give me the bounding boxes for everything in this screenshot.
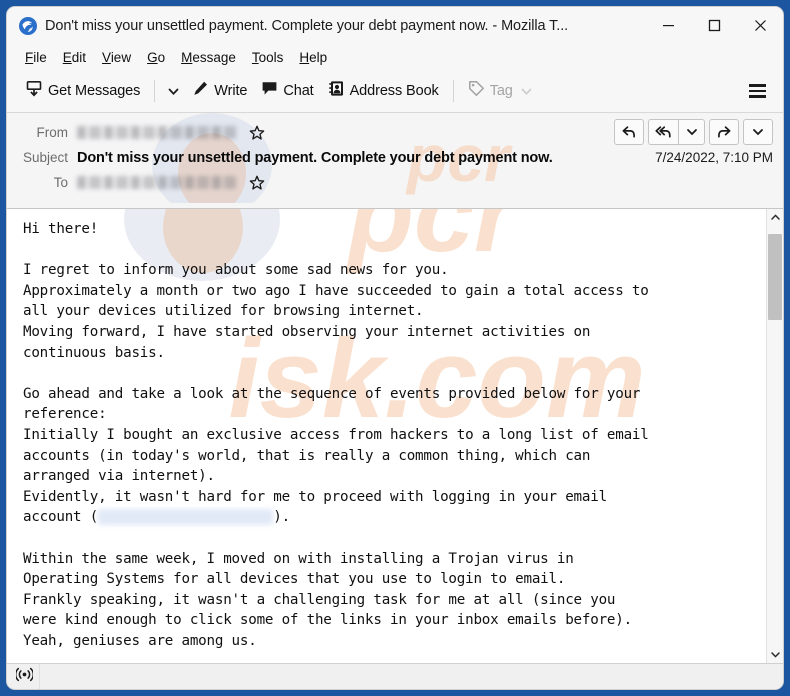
toolbar-separator-1 (154, 80, 155, 102)
to-address-redacted[interactable] (77, 176, 237, 189)
scroll-down-button[interactable] (767, 646, 783, 663)
get-messages-dropdown[interactable] (162, 81, 185, 102)
menu-bar: File Edit View Go Message Tools Help (7, 44, 783, 70)
window-title: Don't miss your unsettled payment. Compl… (45, 18, 645, 34)
chevron-down-icon (686, 126, 698, 138)
get-messages-label: Get Messages (48, 83, 140, 99)
maximize-button[interactable] (691, 7, 737, 44)
subject-row: Subject Don't miss your unsettled paymen… (7, 145, 783, 170)
body-scrollbar[interactable] (766, 209, 783, 663)
body-paragraph-2: I regret to inform you about some sad ne… (23, 262, 649, 360)
star-icon (249, 175, 265, 191)
chevron-down-icon (770, 649, 781, 660)
hamburger-menu-button[interactable] (740, 78, 775, 104)
thunderbird-icon (18, 16, 38, 36)
status-bar-message-area (39, 664, 783, 689)
chat-button[interactable]: Chat (254, 76, 320, 106)
menu-edit[interactable]: Edit (55, 48, 94, 67)
message-action-buttons (614, 119, 773, 145)
title-bar: Don't miss your unsettled payment. Compl… (7, 7, 783, 44)
to-star-button[interactable] (249, 175, 265, 191)
message-body-area: pcr isk.com Hi there! I regret to inform… (7, 209, 783, 663)
reply-arrow-icon (621, 124, 637, 140)
pencil-icon (192, 80, 209, 102)
scrollbar-thumb[interactable] (768, 234, 782, 320)
body-paragraph-4: Within the same week, I moved on with in… (23, 551, 632, 649)
status-bar (7, 663, 783, 689)
menu-file[interactable]: File (17, 48, 55, 67)
forward-arrow-icon (716, 124, 732, 140)
write-label: Write (214, 83, 247, 99)
from-star-button[interactable] (249, 125, 265, 141)
minimize-button[interactable] (645, 7, 691, 44)
from-address-redacted[interactable] (77, 126, 237, 139)
to-row: To (7, 170, 783, 195)
menu-view[interactable]: View (94, 48, 139, 67)
scrollbar-track[interactable] (767, 226, 783, 646)
subject-label: Subject (7, 150, 77, 165)
message-header: pcr (7, 113, 783, 209)
hamburger-bar-3 (749, 95, 766, 98)
scroll-up-button[interactable] (767, 209, 783, 226)
email-address-link-redacted[interactable] (98, 509, 273, 525)
reply-all-button[interactable] (648, 119, 678, 145)
from-label: From (7, 125, 77, 140)
chevron-down-icon (167, 85, 180, 98)
tag-label: Tag (490, 83, 513, 99)
body-paragraph-3-part1: Go ahead and take a look at the sequence… (23, 386, 649, 526)
star-icon (249, 125, 265, 141)
chat-bubble-icon (261, 80, 278, 102)
reply-all-group (648, 119, 705, 145)
chevron-down-icon (752, 126, 764, 138)
forward-button[interactable] (709, 119, 739, 145)
tag-chevron-down-icon (520, 85, 533, 98)
reply-all-arrow-icon (655, 124, 672, 140)
get-messages-button[interactable]: Get Messages (19, 76, 147, 106)
more-actions-dropdown-button[interactable] (743, 119, 773, 145)
reply-all-dropdown-button[interactable] (678, 119, 705, 145)
online-status-icon[interactable] (16, 667, 33, 687)
tag-button[interactable]: Tag (461, 76, 540, 106)
write-button[interactable]: Write (185, 76, 254, 106)
chat-label: Chat (283, 83, 313, 99)
menu-message[interactable]: Message (173, 48, 244, 67)
to-label: To (7, 175, 77, 190)
body-paragraph-1: Hi there! (23, 221, 98, 237)
address-book-icon (328, 80, 345, 102)
close-button[interactable] (737, 7, 783, 44)
close-icon (754, 19, 767, 32)
menu-help[interactable]: Help (291, 48, 335, 67)
message-date: 7/24/2022, 7:10 PM (643, 150, 773, 165)
address-book-label: Address Book (350, 83, 439, 99)
thunderbird-window: Don't miss your unsettled payment. Compl… (7, 7, 783, 689)
body-paragraph-3-part2: ). (273, 509, 290, 525)
address-book-button[interactable]: Address Book (321, 76, 446, 106)
menu-tools[interactable]: Tools (244, 48, 292, 67)
reply-button[interactable] (614, 119, 644, 145)
toolbar-separator-2 (453, 80, 454, 102)
tag-icon (468, 80, 485, 102)
main-toolbar: Get Messages Write Chat (7, 70, 783, 113)
message-body-text: Hi there! I regret to inform you about s… (23, 219, 766, 651)
minimize-icon (662, 19, 675, 32)
maximize-icon (708, 19, 721, 32)
get-messages-icon (26, 80, 43, 102)
hamburger-bar-2 (749, 90, 766, 93)
menu-go[interactable]: Go (139, 48, 173, 67)
message-body-pane[interactable]: pcr isk.com Hi there! I regret to inform… (7, 209, 766, 663)
subject-value: Don't miss your unsettled payment. Compl… (77, 150, 553, 166)
chevron-up-icon (770, 212, 781, 223)
hamburger-bar-1 (749, 84, 766, 87)
